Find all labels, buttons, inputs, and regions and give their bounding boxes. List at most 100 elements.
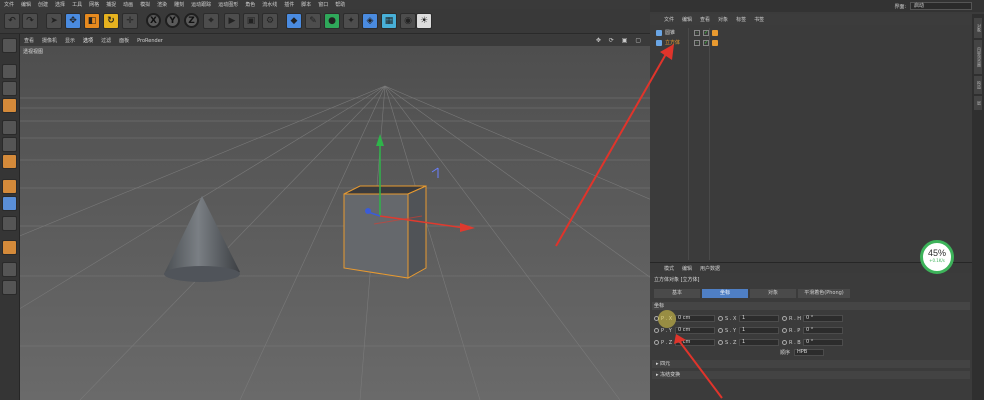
undo-icon[interactable]: ↶ bbox=[4, 13, 20, 29]
model-mode-icon[interactable] bbox=[2, 64, 17, 79]
tag-icon[interactable] bbox=[712, 29, 718, 36]
viewport-menu-item-0[interactable]: 查看 bbox=[24, 37, 34, 44]
scale-tool-icon[interactable]: ◧ bbox=[84, 13, 100, 29]
viewport-menu-item-6[interactable]: ProRender bbox=[137, 38, 163, 44]
rotation-h-field[interactable]: 0 ° bbox=[803, 315, 843, 322]
edges-mode-icon[interactable] bbox=[2, 137, 17, 152]
attribute-menu-item-2[interactable]: 用户数据 bbox=[700, 265, 720, 272]
polygons-mode-icon[interactable] bbox=[2, 154, 17, 169]
visibility-toggle[interactable]: · bbox=[694, 29, 700, 36]
main-menu-item-11[interactable]: 运动跟踪 bbox=[191, 1, 211, 8]
perspective-viewport[interactable]: 透视视图 bbox=[20, 46, 650, 400]
object-menu-item-3[interactable]: 对象 bbox=[718, 16, 728, 23]
rotation-b[interactable]: R . B 0 ° bbox=[782, 339, 843, 346]
attribute-menu-item-0[interactable]: 模式 bbox=[664, 265, 674, 272]
position-x[interactable]: P . X 0 cm bbox=[654, 315, 715, 322]
tweak-mode-icon[interactable] bbox=[2, 196, 17, 211]
tab-phong[interactable]: 平滑着色(Phong) bbox=[798, 289, 850, 298]
scale-y-field[interactable]: 1 bbox=[739, 327, 779, 334]
tab-content-browser[interactable]: 内容浏览器 bbox=[974, 40, 982, 74]
x-axis-lock-button[interactable]: X bbox=[146, 13, 161, 28]
position-y[interactable]: P . Y 0 cm bbox=[654, 327, 715, 334]
workplane-lock-icon[interactable] bbox=[2, 262, 17, 277]
deformer-icon[interactable]: ◈ bbox=[362, 13, 378, 29]
floor-environment-icon[interactable]: ▦ bbox=[381, 13, 397, 29]
make-editable-icon[interactable] bbox=[2, 38, 17, 53]
axis-mode-icon[interactable] bbox=[2, 179, 17, 194]
main-menu-item-15[interactable]: 插件 bbox=[284, 1, 294, 8]
tab-objects[interactable]: 对象 bbox=[974, 18, 982, 38]
visibility-toggle[interactable]: · bbox=[694, 39, 700, 46]
keyframe-dot[interactable] bbox=[782, 316, 787, 321]
redo-icon[interactable]: ↷ bbox=[22, 13, 38, 29]
render-settings-icon[interactable]: ⚙ bbox=[262, 13, 278, 29]
viewport-window-controls[interactable]: ✥ ⟳ ▣ ▢ bbox=[596, 37, 644, 44]
move-tool-icon[interactable]: ✥ bbox=[65, 13, 81, 29]
light-icon[interactable]: ☀ bbox=[416, 13, 432, 29]
main-menu-item-9[interactable]: 渲染 bbox=[157, 1, 167, 8]
rotate-tool-icon[interactable]: ↻ bbox=[103, 13, 119, 29]
workplane-mode-icon[interactable] bbox=[2, 98, 17, 113]
position-z-field[interactable]: 0 cm bbox=[675, 339, 715, 346]
mograph-cloner-icon[interactable]: ✦ bbox=[343, 13, 359, 29]
main-menu-item-14[interactable]: 流水线 bbox=[262, 1, 277, 8]
camera-icon[interactable]: ◉ bbox=[400, 13, 416, 29]
main-menu-item-3[interactable]: 选择 bbox=[55, 1, 65, 8]
main-menu-item-1[interactable]: 编辑 bbox=[21, 1, 31, 8]
spline-pen-icon[interactable]: ✎ bbox=[305, 13, 321, 29]
tag-icon[interactable] bbox=[712, 39, 718, 46]
main-menu-item-4[interactable]: 工具 bbox=[72, 1, 82, 8]
order-dropdown[interactable]: HPB bbox=[794, 349, 825, 356]
select-tool-icon[interactable]: ➤ bbox=[46, 13, 62, 29]
object-manager-list[interactable]: 圆锥 · ✓ 立方体 · ✓ bbox=[650, 26, 972, 262]
object-menu-item-5[interactable]: 书签 bbox=[754, 16, 764, 23]
viewport-menu-item-3[interactable]: 选项 bbox=[83, 37, 93, 44]
points-mode-icon[interactable] bbox=[2, 120, 17, 135]
position-x-field[interactable]: 0 cm bbox=[675, 315, 715, 322]
tab-object[interactable]: 对象 bbox=[750, 289, 796, 298]
main-menu-item-0[interactable]: 文件 bbox=[4, 1, 14, 8]
scale-y[interactable]: S . Y 1 bbox=[718, 327, 779, 334]
object-menu-item-0[interactable]: 文件 bbox=[664, 16, 674, 23]
main-menu-item-17[interactable]: 窗口 bbox=[318, 1, 328, 8]
scale-x-field[interactable]: 1 bbox=[739, 315, 779, 322]
main-menu-item-13[interactable]: 角色 bbox=[245, 1, 255, 8]
main-menu-item-16[interactable]: 脚本 bbox=[301, 1, 311, 8]
object-menu-item-1[interactable]: 编辑 bbox=[682, 16, 692, 23]
main-menu-item-10[interactable]: 雕刻 bbox=[174, 1, 184, 8]
viewport-menu-item-4[interactable]: 过滤 bbox=[101, 37, 111, 44]
position-z[interactable]: P . Z 0 cm bbox=[654, 339, 715, 346]
main-menu-item-12[interactable]: 运动图形 bbox=[218, 1, 238, 8]
keyframe-dot[interactable] bbox=[782, 340, 787, 345]
coordinate-system-icon[interactable]: ⌖ bbox=[203, 13, 219, 29]
snap-icon[interactable] bbox=[2, 216, 17, 231]
scale-x[interactable]: S . X 1 bbox=[718, 315, 779, 322]
main-menu-item-6[interactable]: 捕捉 bbox=[106, 1, 116, 8]
keyframe-dot[interactable] bbox=[654, 316, 659, 321]
main-menu-item-5[interactable]: 网格 bbox=[89, 1, 99, 8]
main-menu-item-8[interactable]: 模拟 bbox=[140, 1, 150, 8]
keyframe-dot[interactable] bbox=[654, 340, 659, 345]
keyframe-dot[interactable] bbox=[782, 328, 787, 333]
viewport-menu-item-2[interactable]: 显示 bbox=[65, 37, 75, 44]
main-menu-item-7[interactable]: 动画 bbox=[123, 1, 133, 8]
tab-coordinates[interactable]: 坐标 bbox=[702, 289, 748, 298]
rotation-b-field[interactable]: 0 ° bbox=[803, 339, 843, 346]
object-menu-item-2[interactable]: 查看 bbox=[700, 16, 710, 23]
cube-primitive-icon[interactable]: ◆ bbox=[286, 13, 302, 29]
scale-z-field[interactable]: 1 bbox=[739, 339, 779, 346]
tab-layers[interactable]: 层 bbox=[974, 96, 982, 110]
main-menu-item-18[interactable]: 帮助 bbox=[335, 1, 345, 8]
keyframe-dot[interactable] bbox=[654, 328, 659, 333]
cube-object[interactable] bbox=[343, 185, 427, 279]
attribute-menu-item-1[interactable]: 编辑 bbox=[682, 265, 692, 272]
keyframe-dot[interactable] bbox=[718, 340, 723, 345]
fold-freeze-transformation[interactable]: ▸ 冻结变换 bbox=[652, 371, 970, 379]
position-y-field[interactable]: 0 cm bbox=[675, 327, 715, 334]
subdivision-surface-icon[interactable]: ● bbox=[324, 13, 340, 29]
recent-tool-icon[interactable]: ✛ bbox=[122, 13, 138, 29]
viewport-menu-item-5[interactable]: 面板 bbox=[119, 37, 129, 44]
object-menu-item-4[interactable]: 标签 bbox=[736, 16, 746, 23]
render-view-icon[interactable]: ▶ bbox=[224, 13, 240, 29]
rotation-h[interactable]: R . H 0 ° bbox=[782, 315, 843, 322]
